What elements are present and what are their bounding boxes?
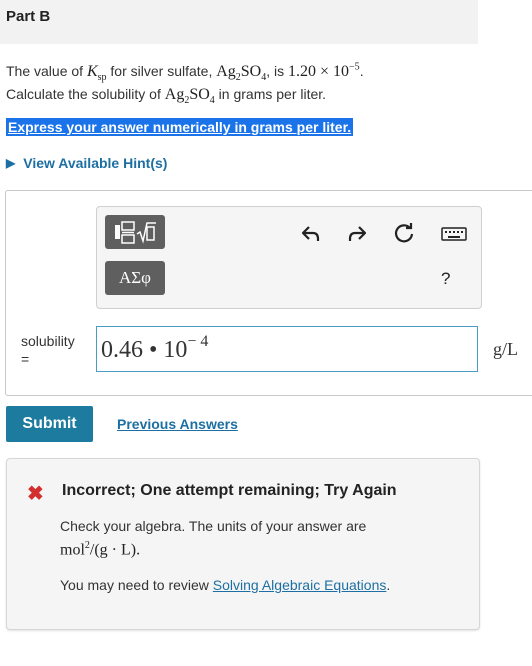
formula-silver-sulfate-2: Ag2SO4 [164,86,215,106]
previous-answers-link[interactable]: Previous Answers [117,416,238,432]
question-line2-post: in grams per liter. [214,86,327,102]
ksp-sub: sp [97,72,107,84]
instruction-text: Express your answer numerically in grams… [6,118,354,136]
feedback-panel: ✖ Incorrect; One attempt remaining; Try … [6,458,480,630]
feedback-text: Check your algebra. The units of your an… [60,516,460,560]
undo-icon[interactable] [297,220,325,248]
keyboard-icon[interactable] [440,220,468,248]
question-line-2: Calculate the solubility of Ag2SO4 in gr… [6,83,476,106]
review-link[interactable]: Solving Algebraic Equations [213,577,387,593]
view-hints-label: View Available Hint(s) [23,155,168,171]
question-line2-pre: Calculate the solubility of [6,86,165,102]
answer-value: 0.46 • 10− 4 [101,333,208,364]
units-rest: /(g · L). [89,541,141,559]
unit-label: g/L [493,339,518,359]
answer-label-equals: = [21,351,30,367]
feedback-review: You may need to review Solving Algebraic… [60,577,390,593]
answer-box: ΑΣφ ? solubility = 0.46 • 10− 4 g/L [5,190,532,396]
answer-label-text: solubility [21,333,75,349]
review-pre: You may need to review [60,577,213,593]
incorrect-x-icon: ✖ [27,483,44,505]
question-mid2: , is [266,63,289,79]
ksp-value: 1.20 × 10−5 [288,61,360,80]
feedback-message: Check your algebra. The units of your an… [60,518,367,534]
templates-button[interactable] [105,215,165,249]
answer-label: solubility = [21,332,75,368]
submit-button[interactable]: Submit [6,406,93,442]
answer-exponent: − 4 [187,333,209,350]
ksp-exponent: −5 [349,61,360,73]
question-text: The value of Ksp for silver sulfate, Ag2… [6,60,476,106]
part-header: Part B [0,0,478,44]
expand-triangle-icon: ▶ [6,156,16,170]
question-mid1: for silver sulfate, [106,63,217,79]
formula-silver-sulfate: Ag2SO4 [216,63,266,83]
part-title: Part B [6,8,51,25]
symbols-button[interactable]: ΑΣφ [105,261,165,295]
ksp-symbol: Ksp [86,63,107,84]
formula-so: SO [240,63,262,80]
help-button[interactable]: ? [441,269,450,289]
formula-ag-2: Ag [164,86,185,103]
review-post: . [386,577,391,593]
question-intro: The value of [6,63,87,79]
reset-icon[interactable] [390,219,418,247]
answer-input[interactable]: 0.46 • 10− 4 [96,326,478,372]
ksp-mantissa: 1.20 × 10 [288,63,350,80]
answer-mantissa: 0.46 • 10 [101,337,188,363]
units-main: mol [60,541,85,559]
feedback-title: Incorrect; One attempt remaining; Try Ag… [62,482,397,499]
formula-ag: Ag [216,63,236,80]
feedback-units: mol2/(g · L). [60,536,460,560]
formula-so-2: SO [189,86,210,103]
ksp-main: K [86,63,98,80]
templates-icon [115,221,156,244]
math-toolbar: ΑΣφ ? [96,206,482,309]
question-end1: . [359,63,364,79]
redo-icon[interactable] [343,220,371,248]
view-hints-link[interactable]: ▶ View Available Hint(s) [6,155,167,171]
question-line-1: The value of Ksp for silver sulfate, Ag2… [6,60,476,83]
